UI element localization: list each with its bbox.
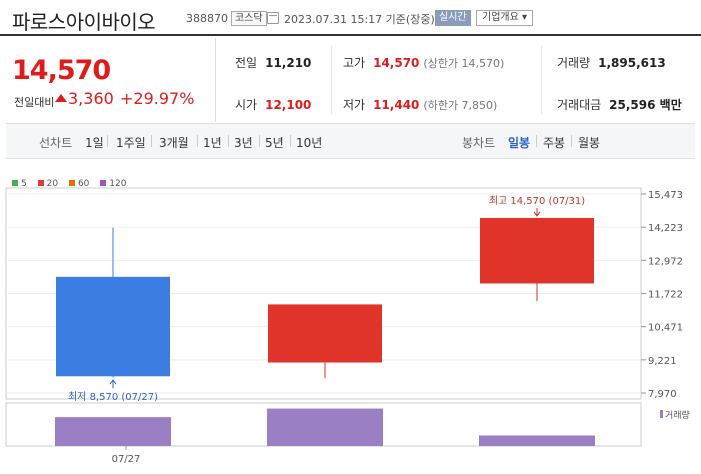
volume-legend-swatch — [660, 410, 663, 418]
x-tick-label: 07/27 — [112, 454, 141, 465]
low-annotation: 최저 8,570 (07/27) — [68, 391, 158, 403]
volume-bar — [267, 408, 383, 446]
candle-body — [56, 276, 170, 377]
candlestick-chart[interactable]: 15,473 14,223 12,972 11,722 10,471 9,221 7,970… — [0, 0, 701, 474]
high-annotation: 최고 14,570 (07/31) — [489, 195, 585, 207]
y-tick-label: 15,473 — [648, 190, 683, 201]
candle-body — [268, 304, 382, 363]
y-tick-label: 10,471 — [648, 323, 683, 334]
y-tick-label: 12,972 — [648, 256, 683, 267]
y-tick-label: 11,722 — [648, 290, 683, 301]
volume-legend-label: 거래량 — [665, 409, 690, 421]
y-tick-label: 14,223 — [648, 223, 683, 234]
y-tick-label: 7,970 — [648, 389, 677, 400]
volume-bar — [479, 435, 595, 446]
volume-bar — [55, 417, 171, 446]
candle-body — [480, 217, 594, 284]
y-tick-label: 9,221 — [648, 356, 677, 367]
